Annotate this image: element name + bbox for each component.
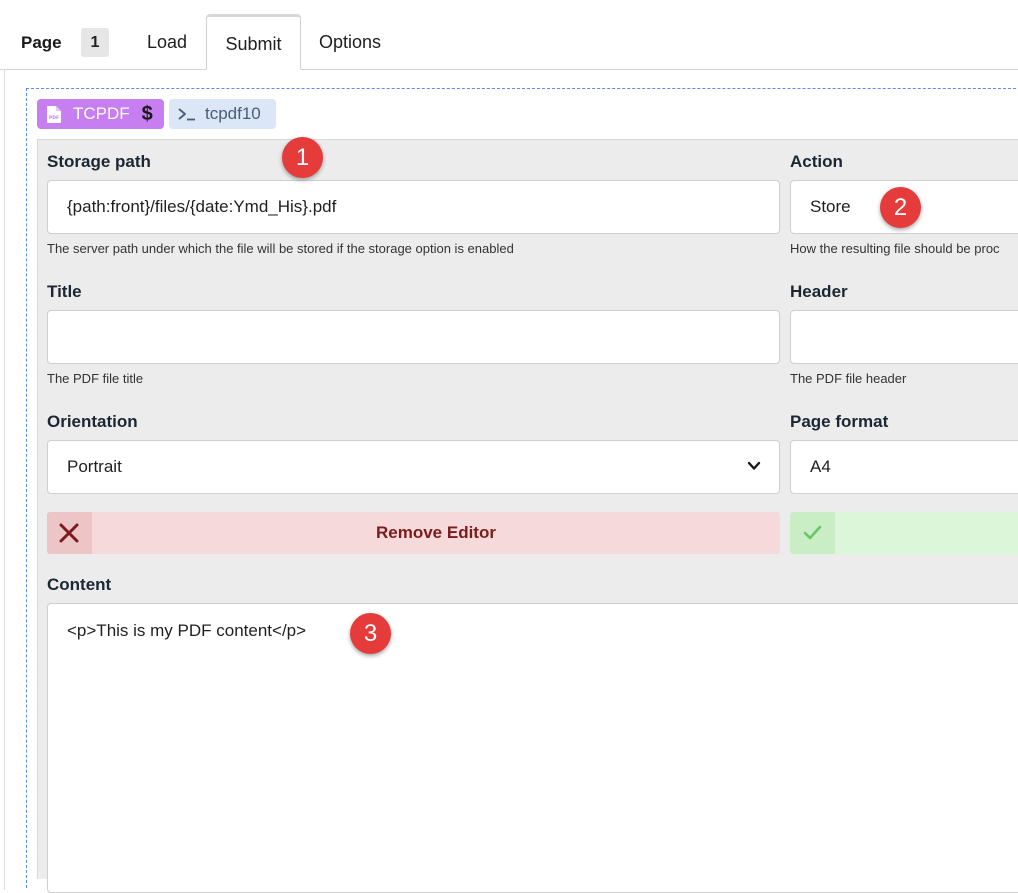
title-label: Title [47, 282, 82, 301]
tcpdf-badge-label: TCPDF [73, 104, 130, 123]
terminal-icon [178, 108, 195, 121]
page-format-select[interactable]: A4 [790, 440, 1018, 494]
title-help: The PDF file title [47, 371, 144, 386]
marker-2: 2 [880, 187, 921, 228]
action-label: Action [790, 152, 843, 171]
check-icon [803, 525, 822, 540]
title-input[interactable] [47, 310, 780, 364]
remove-icon-box [47, 512, 92, 554]
page-format-label: Page format [790, 412, 889, 431]
header-help: The PDF file header [790, 371, 907, 386]
page-number-badge[interactable]: 1 [81, 28, 109, 57]
page-label: Page [21, 33, 62, 52]
dollar-icon: $ [141, 102, 153, 125]
close-icon [59, 523, 79, 543]
remove-editor-label: Remove Editor [376, 523, 496, 542]
pdf-file-icon: PDF [47, 105, 61, 123]
terminal-badge-label: tcpdf10 [205, 104, 261, 123]
storage-path-input[interactable]: {path:front}/files/{date:Ymd_His}.pdf [47, 180, 780, 234]
orientation-select[interactable]: Portrait [47, 440, 780, 494]
content-textarea[interactable]: <p>This is my PDF content</p> [47, 603, 1018, 893]
tab-submit[interactable]: Submit [206, 14, 301, 70]
content-label: Content [47, 575, 112, 594]
orientation-value: Portrait [67, 457, 122, 476]
tab-options[interactable]: Options [305, 14, 395, 70]
orientation-label: Orientation [47, 412, 138, 431]
confirm-button[interactable] [790, 512, 1018, 554]
confirm-icon-box [790, 512, 835, 554]
tab-load[interactable]: Load [132, 14, 202, 70]
marker-1: 1 [282, 137, 323, 178]
storage-path-label: Storage path [47, 152, 151, 171]
tcpdf-badge[interactable]: PDF TCPDF $ [37, 99, 164, 129]
terminal-badge[interactable]: tcpdf10 [169, 99, 276, 129]
remove-editor-button[interactable]: Remove Editor [47, 512, 780, 554]
header-label: Header [790, 282, 848, 301]
storage-path-help: The server path under which the file wil… [47, 241, 514, 256]
chevron-down-icon [747, 461, 761, 470]
tab-bar: Page 1 Load Submit Options [0, 0, 1018, 70]
action-help: How the resulting file should be proc [790, 241, 1000, 256]
header-input[interactable] [790, 310, 1018, 364]
svg-text:PDF: PDF [49, 115, 59, 121]
marker-3: 3 [350, 613, 391, 654]
